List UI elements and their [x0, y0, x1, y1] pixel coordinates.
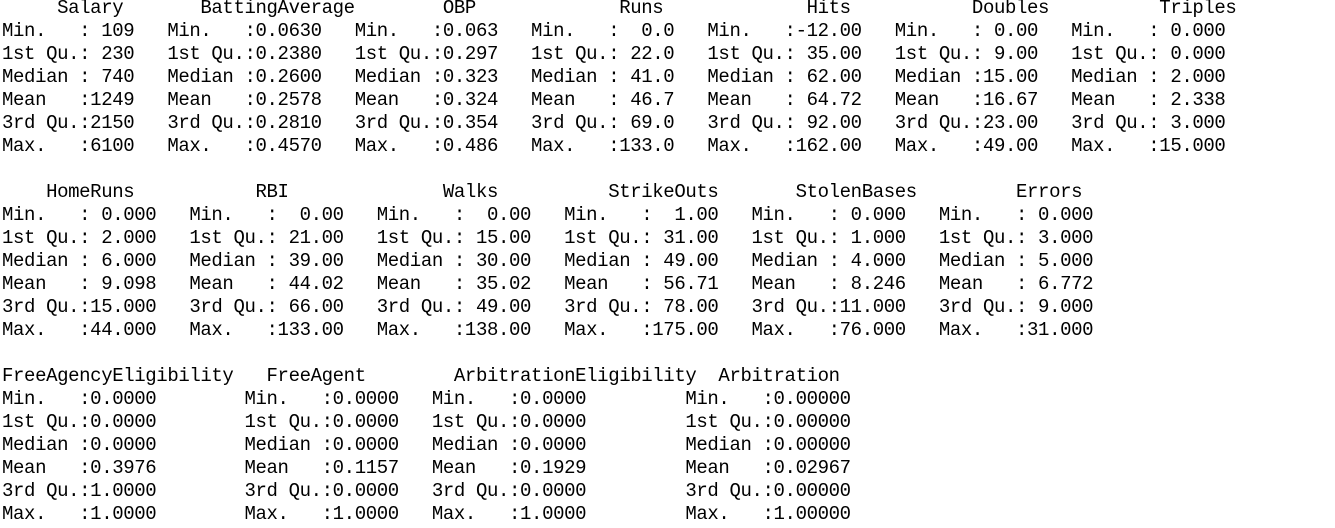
stat-row-mean: Mean :0.3976 Mean :0.1157 Mean :0.1929 M… — [2, 457, 873, 479]
stat-row-max: Max. :44.000 Max. :133.00 Max. :138.00 M… — [2, 319, 1116, 341]
stat-row-1st-quartile: 1st Qu.:0.0000 1st Qu.:0.0000 1st Qu.:0.… — [2, 411, 873, 433]
summary-output: Salary BattingAverage OBP Runs Hits Doub… — [2, 0, 1303, 526]
stat-row-mean: Mean :1249 Mean :0.2578 Mean :0.324 Mean… — [2, 89, 1248, 111]
stat-row-min: Min. : 109 Min. :0.0630 Min. :0.063 Min.… — [2, 20, 1248, 42]
stat-row-median: Median : 740 Median :0.2600 Median :0.32… — [2, 66, 1248, 88]
stat-row-min: Min. :0.0000 Min. :0.0000 Min. :0.0000 M… — [2, 388, 873, 410]
stat-row-3rd-quartile: 3rd Qu.:15.000 3rd Qu.: 66.00 3rd Qu.: 4… — [2, 296, 1116, 318]
stat-row-mean: Mean : 9.098 Mean : 44.02 Mean : 35.02 M… — [2, 273, 1116, 295]
stat-row-max: Max. :1.0000 Max. :1.0000 Max. :1.0000 M… — [2, 503, 873, 525]
stat-row-1st-quartile: 1st Qu.: 2.000 1st Qu.: 21.00 1st Qu.: 1… — [2, 227, 1116, 249]
stat-row-median: Median :0.0000 Median :0.0000 Median :0.… — [2, 434, 873, 456]
stat-row-3rd-quartile: 3rd Qu.:1.0000 3rd Qu.:0.0000 3rd Qu.:0.… — [2, 480, 873, 502]
header-row-block-2: HomeRuns RBI Walks StrikeOuts StolenBase… — [2, 181, 1149, 203]
stat-row-median: Median : 6.000 Median : 39.00 Median : 3… — [2, 250, 1116, 272]
stat-row-3rd-quartile: 3rd Qu.:2150 3rd Qu.:0.2810 3rd Qu.:0.35… — [2, 112, 1248, 134]
stat-row-min: Min. : 0.000 Min. : 0.00 Min. : 0.00 Min… — [2, 204, 1116, 226]
stat-row-1st-quartile: 1st Qu.: 230 1st Qu.:0.2380 1st Qu.:0.29… — [2, 43, 1248, 65]
stat-row-max: Max. :6100 Max. :0.4570 Max. :0.486 Max.… — [2, 135, 1248, 157]
header-row-block-3: FreeAgencyEligibility FreeAgent Arbitrat… — [2, 365, 895, 387]
header-row-block-1: Salary BattingAverage OBP Runs Hits Doub… — [2, 0, 1303, 19]
